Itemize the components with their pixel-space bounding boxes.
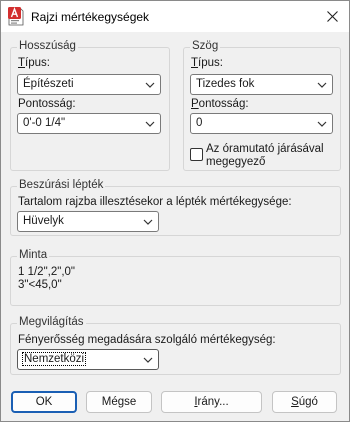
clockwise-label-line1[interactable]: Az óramutató járásával xyxy=(206,143,324,155)
close-button[interactable] xyxy=(321,6,343,26)
sample-line-2: 3"<45,0" xyxy=(18,279,62,291)
insertion-scale-legend: Beszúrási lépték xyxy=(17,179,106,191)
dialog-title: Rajzi mértékegységek xyxy=(31,10,150,24)
clockwise-checkbox[interactable] xyxy=(190,148,203,161)
length-precision-label: Pontosság: xyxy=(18,98,76,110)
lighting-description: Fényerősség megadására szolgáló mértékeg… xyxy=(18,334,276,346)
angle-type-label: Típus: xyxy=(191,57,223,69)
chevron-down-icon xyxy=(317,82,327,88)
sample-legend: Minta xyxy=(17,249,50,261)
chevron-down-icon xyxy=(145,82,155,88)
lighting-legend: Megvilágítás xyxy=(17,316,86,328)
cancel-button[interactable]: Mégse xyxy=(86,391,152,413)
length-legend: Hosszúság xyxy=(17,40,78,52)
angle-precision-select[interactable]: 0 xyxy=(190,113,333,134)
drawing-units-dialog: Rajzi mértékegységek Hosszúság Típus: Ép… xyxy=(0,0,350,422)
insertion-scale-description: Tartalom rajzba illesztésekor a lépték m… xyxy=(18,196,292,208)
ok-button[interactable]: OK xyxy=(11,391,77,413)
chevron-down-icon xyxy=(317,121,327,127)
chevron-down-icon xyxy=(143,219,153,225)
help-button[interactable]: Súgó xyxy=(272,391,337,413)
length-type-select[interactable]: Építészeti xyxy=(17,74,161,95)
direction-button[interactable]: Irány... xyxy=(161,391,262,413)
length-type-label: Típus: xyxy=(18,57,50,69)
insertion-scale-select[interactable]: Hüvelyk xyxy=(17,211,159,232)
clockwise-label-line2[interactable]: megegyező xyxy=(206,156,265,168)
autocad-app-icon xyxy=(8,7,24,26)
angle-type-select[interactable]: Tizedes fok xyxy=(190,74,333,95)
close-icon xyxy=(326,10,338,22)
angle-precision-label: Pontosság: xyxy=(191,98,249,110)
lighting-select[interactable]: Nemzetközi xyxy=(17,349,159,370)
chevron-down-icon xyxy=(145,121,155,127)
length-precision-select[interactable]: 0'-0 1/4" xyxy=(17,113,161,134)
sample-line-1: 1 1/2",2",0" xyxy=(18,266,76,278)
title-bar: Rajzi mértékegységek xyxy=(1,1,349,32)
angle-legend: Szög xyxy=(190,40,221,52)
chevron-down-icon xyxy=(143,357,153,363)
